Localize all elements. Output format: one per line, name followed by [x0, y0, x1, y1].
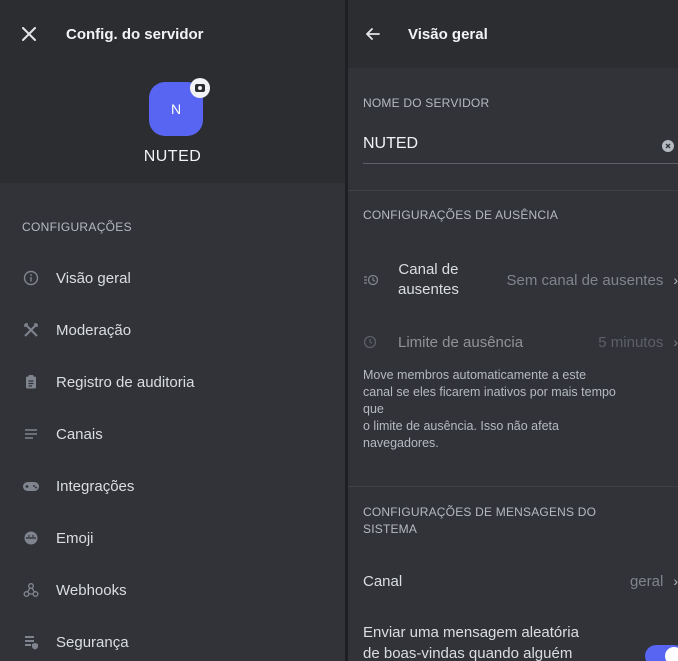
afk-channel-label-line1: Canal de — [398, 261, 459, 278]
divider — [348, 190, 678, 191]
afk-description: Move membros automaticamente a este cana… — [363, 367, 678, 452]
menu-item-label: Registro de auditoria — [56, 373, 195, 391]
afk-description-line: o limite de ausência. Isso não afeta — [363, 419, 559, 433]
afk-channel-label-line2: ausentes — [398, 281, 459, 298]
menu-item-label: Visão geral — [56, 269, 131, 287]
webhook-icon — [22, 581, 40, 599]
afk-description-line: canal se eles ficarem inativos por mais … — [363, 385, 616, 399]
panel-title: Visão geral — [408, 25, 488, 43]
server-name-input[interactable] — [363, 130, 643, 158]
system-messages-label-line1: CONFIGURAÇÕES DE MENSAGENS DO — [363, 505, 597, 519]
server-name: NUTED — [143, 148, 202, 165]
system-channel-value: geral — [629, 572, 664, 590]
menu-item-label: Webhooks — [56, 581, 127, 599]
server-initial: N — [170, 101, 182, 117]
afk-channel-row[interactable]: Canal de ausentes Sem canal de ausentes … — [363, 258, 678, 302]
settings-section-label: CONFIGURAÇÕES — [22, 220, 132, 234]
server-header: Config. do servidor N NUTED — [0, 0, 345, 183]
afk-description-line: navegadores. — [363, 436, 439, 450]
close-icon[interactable] — [18, 23, 40, 45]
system-channel-row[interactable]: Canal geral › — [363, 569, 678, 593]
menu-item-channels[interactable]: Canais — [0, 408, 345, 460]
afk-timeout-label: Limite de ausência — [398, 333, 524, 351]
afk-channel-value: Sem canal de ausentes — [506, 271, 664, 289]
afk-section-label: CONFIGURAÇÕES DE AUSÊNCIA — [363, 208, 559, 222]
server-settings-panel: Config. do servidor N NUTED CONFIGURAÇÕE… — [0, 0, 345, 661]
upload-image-icon[interactable] — [190, 78, 210, 98]
welcome-message-label-line1: Enviar uma mensagem aleatória — [363, 624, 579, 641]
emoji-icon — [22, 529, 40, 547]
clear-icon[interactable] — [662, 140, 674, 152]
afk-timeout-value: 5 minutos — [598, 333, 664, 351]
afk-timeout-row[interactable]: Limite de ausência 5 minutos › — [363, 330, 678, 354]
afk-channel-icon — [363, 273, 383, 287]
toggle-knob — [665, 647, 678, 661]
server-name-field[interactable] — [363, 130, 678, 164]
menu-item-emoji[interactable]: Emoji — [0, 512, 345, 564]
welcome-message-label-line2: de boas-vindas quando alguém — [363, 645, 573, 661]
menu-item-label: Canais — [56, 425, 103, 443]
overview-panel: Visão geral NOME DO SERVIDOR CONFIGURAÇÕ… — [348, 0, 678, 661]
menu-item-security[interactable]: Segurança — [0, 616, 345, 661]
gamepad-icon — [22, 477, 40, 495]
server-name-label: NOME DO SERVIDOR — [363, 96, 490, 110]
chevron-right-icon: › — [673, 334, 678, 350]
divider — [348, 486, 678, 487]
menu-item-audit-log[interactable]: Registro de auditoria — [0, 356, 345, 408]
clipboard-icon — [22, 373, 40, 391]
afk-channel-label: Canal de ausentes — [398, 260, 459, 300]
info-icon — [22, 269, 40, 287]
menu-item-label: Emoji — [56, 529, 94, 547]
menu-item-webhooks[interactable]: Webhooks — [0, 564, 345, 616]
afk-description-line: que — [363, 402, 384, 416]
welcome-message-label: Enviar uma mensagem aleatória de boas-vi… — [363, 622, 633, 661]
welcome-message-toggle[interactable] — [645, 645, 678, 661]
system-messages-label-line2: SISTEMA — [363, 522, 418, 536]
panel-title: Config. do servidor — [66, 25, 204, 43]
shield-icon — [22, 633, 40, 651]
menu-item-integrations[interactable]: Integrações — [0, 460, 345, 512]
system-channel-label: Canal — [363, 572, 403, 590]
swords-icon — [22, 321, 40, 339]
left-top-bar: Config. do servidor — [0, 0, 204, 68]
menu-item-label: Moderação — [56, 321, 132, 339]
menu-item-label: Integrações — [56, 477, 135, 495]
afk-description-line: Move membros automaticamente a este — [363, 368, 587, 382]
settings-menu: Visão geral Moderação Registro de audito… — [0, 252, 345, 661]
menu-item-moderation[interactable]: Moderação — [0, 304, 345, 356]
right-top-bar: Visão geral — [348, 0, 678, 68]
menu-item-overview[interactable]: Visão geral — [0, 252, 345, 304]
chevron-right-icon: › — [673, 573, 678, 589]
system-messages-section-label: CONFIGURAÇÕES DE MENSAGENS DO SISTEMA — [363, 504, 596, 538]
list-icon — [22, 425, 40, 443]
timer-icon — [363, 335, 383, 349]
back-arrow-icon[interactable] — [364, 25, 382, 43]
chevron-right-icon: › — [673, 272, 678, 288]
menu-item-label: Segurança — [56, 633, 129, 651]
